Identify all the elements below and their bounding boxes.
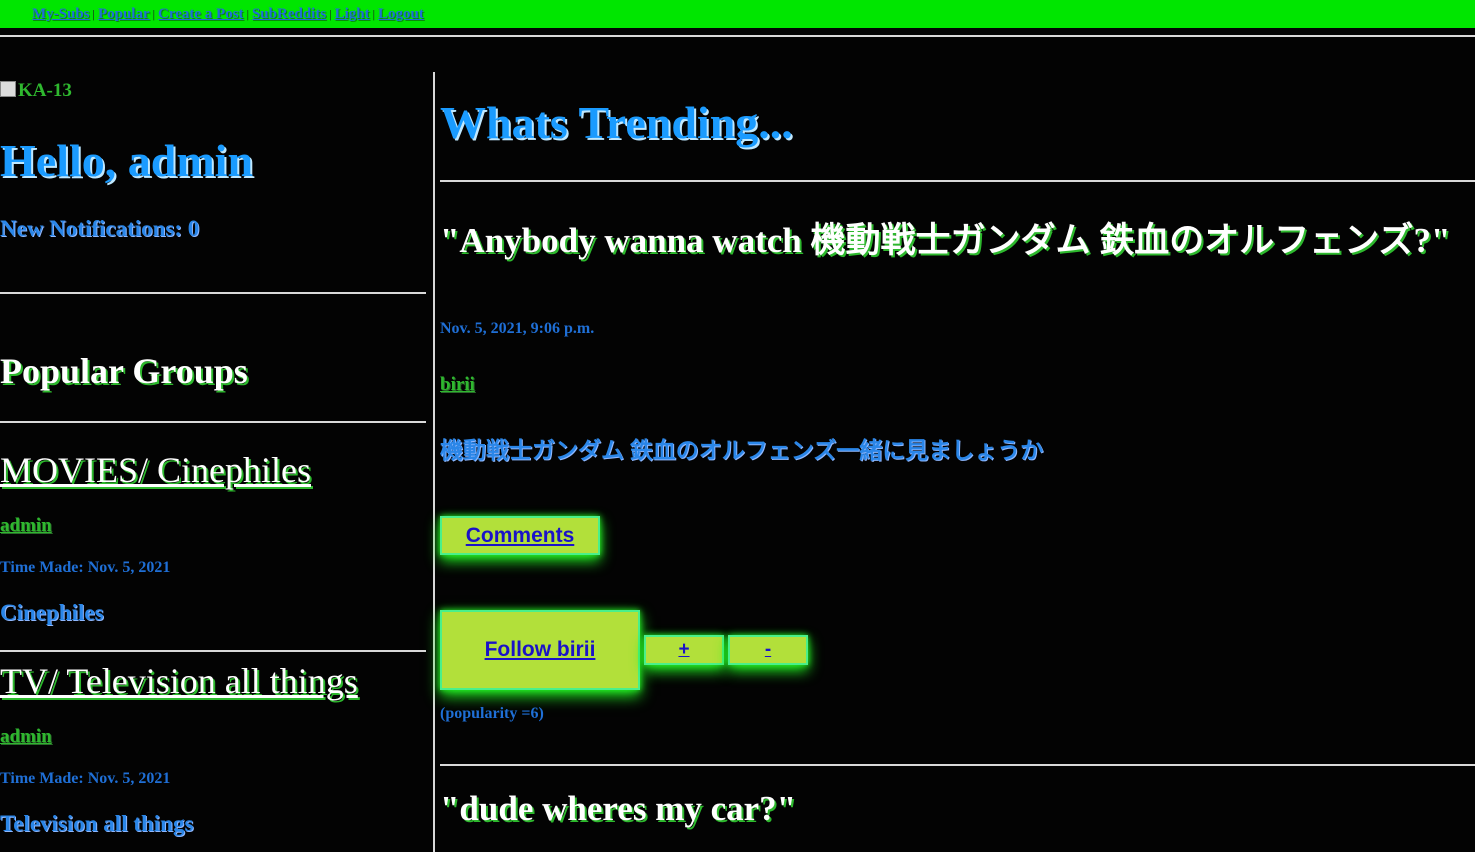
post-date: Nov. 5, 2021, 9:06 p.m. [440,320,595,337]
post-title[interactable]: "Anybody wanna watch 機動戦士ガンダム 鉄血のオルフェンズ?… [440,212,1450,263]
group-description: Cinephiles [0,600,104,625]
follow-user-button[interactable]: Follow birii [440,610,640,690]
group-title-link[interactable]: MOVIES/ Cinephiles [0,449,311,491]
group-description: Television all things [0,811,194,836]
group-time-made: Time Made: Nov. 5, 2021 [0,559,171,576]
popular-groups-heading: Popular Groups [0,351,248,391]
post-body: 機動戦士ガンダム 鉄血のオルフェンズ一緒に見ましょうか [440,438,1044,463]
nav-link-my-subs[interactable]: My-Subs [32,6,90,22]
downvote-button[interactable]: - [728,635,808,665]
nav-link-popular[interactable]: Popular [98,6,150,22]
header-divider [0,35,1475,37]
nav-link-logout[interactable]: Logout [378,6,424,22]
post-popularity: (popularity =6) [440,705,544,722]
nav-separator: | [92,7,95,21]
notifications-count[interactable]: New Notifications: 0 [0,216,199,242]
group-title-link[interactable]: TV/ Television all things [0,660,358,702]
upvote-button[interactable]: + [644,635,724,665]
nav-separator: | [152,7,156,21]
post-divider [440,764,1475,766]
nav-link-create-post[interactable]: Create a Post [158,6,244,22]
avatar-alt-text: KA-13 [18,80,72,101]
column-divider [433,72,435,852]
nav-separator: | [329,7,332,21]
nav-separator: | [372,7,375,21]
top-nav: My-Subs | Popular | Create a Post | SubReddits… [32,6,424,23]
nav-separator: | [246,7,249,21]
trending-heading: Whats Trending... [440,97,793,148]
post-author-link[interactable]: birii [440,374,475,396]
trending-divider [440,180,1475,182]
group-time-made: Time Made: Nov. 5, 2021 [0,770,171,787]
broken-image-icon [0,81,16,97]
group-author-link[interactable]: admin [0,726,52,748]
post-title[interactable]: "dude wheres my car?" [440,789,796,829]
group-divider [0,650,426,652]
nav-link-light-theme[interactable]: Light [335,6,370,22]
group-author-link[interactable]: admin [0,515,52,537]
avatar: KA-13 [0,80,72,102]
comments-button[interactable]: Comments [440,516,600,555]
groups-divider [0,421,426,423]
sidebar-divider [0,292,426,294]
nav-link-subreddits[interactable]: SubReddits [252,6,326,22]
greeting-heading: Hello, admin [0,135,254,186]
